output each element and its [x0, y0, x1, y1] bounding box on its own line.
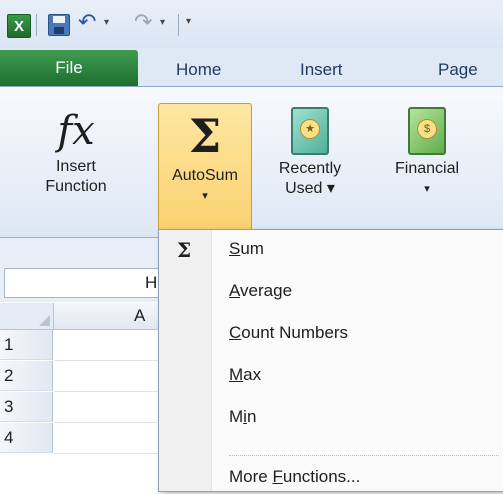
save-icon[interactable] [48, 14, 70, 36]
menu-item-min[interactable]: Min [229, 400, 256, 434]
menu-separator [229, 455, 499, 457]
tab-file[interactable]: File [0, 50, 138, 86]
redo-dropdown-icon[interactable]: ▾ [160, 17, 165, 28]
undo-dropdown-icon[interactable]: ▾ [104, 17, 109, 28]
ribbon-formulas: fx Insert Function Σ AutoSum ▾ ★ Recentl… [0, 87, 503, 283]
ribbon-tabs: File Home Insert Page [0, 48, 503, 87]
autosum-dropdown-menu: Σ Sum Average Count Numbers Max Min More… [158, 229, 503, 492]
tab-insert[interactable]: Insert [300, 60, 343, 80]
menu-item-count-numbers[interactable]: Count Numbers [229, 316, 348, 350]
recently-used-button[interactable]: ★ Recently Used ▾ [252, 97, 368, 199]
select-all-corner[interactable] [0, 303, 54, 330]
menu-sigma-icon: Σ [177, 238, 192, 262]
column-header-a[interactable]: A [134, 303, 145, 329]
qat-divider [178, 14, 179, 36]
insert-function-button[interactable]: fx Insert Function [6, 105, 146, 197]
financial-label-1: Financial [394, 160, 460, 177]
row-header[interactable]: 3 [0, 392, 53, 422]
undo-icon[interactable]: ↶ [78, 9, 96, 35]
row-header[interactable]: 4 [0, 423, 53, 453]
excel-app-icon[interactable]: X [7, 14, 31, 38]
tab-page-layout[interactable]: Page [438, 60, 478, 80]
autosum-dropdown-icon[interactable]: ▾ [159, 186, 251, 206]
menu-item-max[interactable]: Max [229, 358, 261, 392]
menu-item-sum[interactable]: Sum [229, 232, 264, 266]
fx-icon: fx [57, 108, 95, 154]
financial-dropdown-icon[interactable]: ▾ [372, 179, 482, 199]
recently-used-label-1: Recently [278, 160, 342, 177]
autosum-label: AutoSum [172, 167, 238, 184]
row-header[interactable]: 2 [0, 361, 53, 391]
menu-icon-gutter [159, 230, 212, 491]
recently-used-label-2: Used ▾ [285, 180, 335, 197]
insert-function-label-1: Insert [55, 158, 96, 175]
sigma-icon: Σ [188, 109, 222, 163]
financial-button[interactable]: $ Financial ▾ [372, 97, 482, 199]
tab-home[interactable]: Home [176, 60, 221, 80]
customize-qat-icon[interactable]: ▾ [186, 16, 191, 27]
recently-used-book-icon: ★ [291, 107, 329, 155]
quick-access-toolbar: X ↶ ▾ ↷ ▾ ▾ [0, 0, 503, 48]
row-header[interactable]: 1 [0, 330, 53, 360]
menu-item-more-functions[interactable]: More Functions... [229, 460, 360, 494]
menu-item-average[interactable]: Average [229, 274, 292, 308]
name-box-value: H [145, 273, 158, 292]
financial-book-icon: $ [408, 107, 446, 155]
qat-divider [36, 14, 37, 36]
insert-function-label-2: Function [45, 178, 107, 195]
redo-icon[interactable]: ↷ [134, 9, 152, 35]
